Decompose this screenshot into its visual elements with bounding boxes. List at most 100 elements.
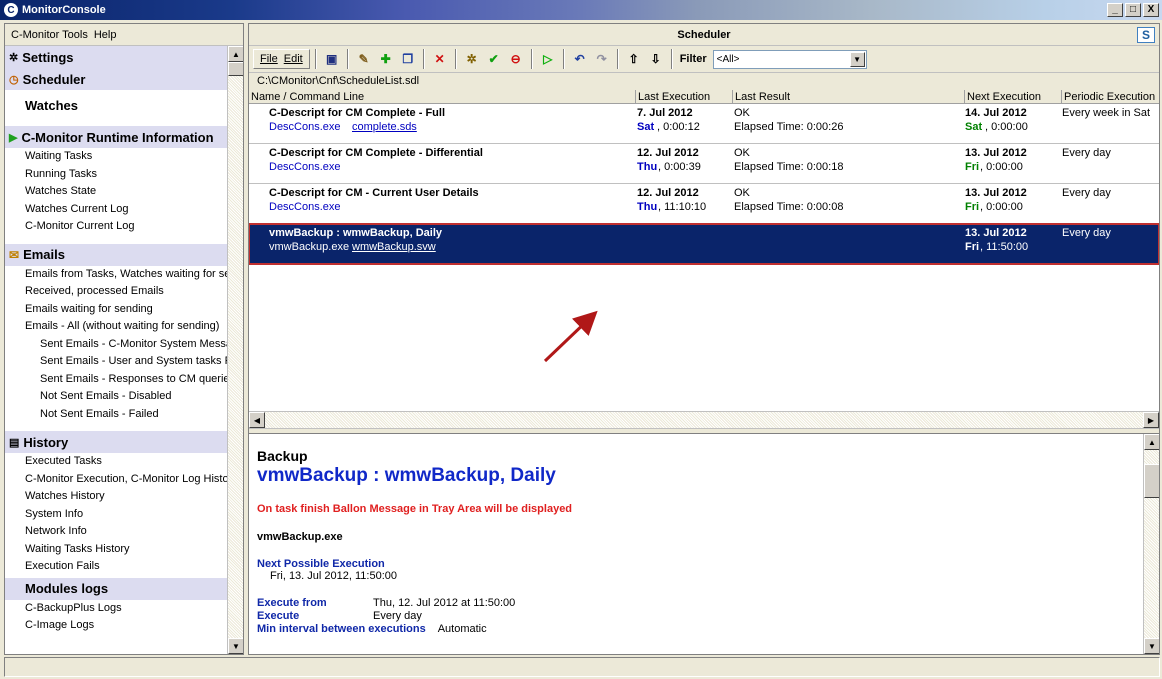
nav-item[interactable]: Running Tasks — [5, 166, 228, 184]
minimize-button[interactable]: _ — [1107, 3, 1123, 17]
row-next-time: , 11:50:00 — [980, 241, 1029, 253]
menu-file[interactable]: File — [260, 53, 278, 65]
pane-title: Scheduler — [677, 28, 731, 41]
col-next-execution[interactable]: Next Execution — [965, 90, 1062, 103]
scroll-thumb[interactable] — [228, 62, 243, 76]
window-title: MonitorConsole — [22, 4, 106, 16]
filter-dropdown[interactable]: <All> ▼ — [712, 49, 867, 69]
add-icon[interactable]: ✚ — [376, 49, 396, 69]
row-next-date: 13. Jul 2012 — [965, 227, 1027, 239]
chevron-down-icon[interactable]: ▼ — [849, 51, 865, 67]
row-last-date: 12. Jul 2012 — [637, 147, 699, 159]
nav-item[interactable]: Waiting Tasks History — [5, 541, 228, 559]
scroll-down-arrow-icon[interactable]: ▼ — [228, 638, 243, 654]
detail-scroll-thumb[interactable] — [1144, 464, 1159, 498]
row-periodic: Every day — [1062, 147, 1111, 159]
nav-item[interactable]: Watches State — [5, 183, 228, 201]
nav-runtime[interactable]: ▶ C-Monitor Runtime Information — [5, 126, 228, 148]
table-row[interactable]: C-Descript for CM - Current User Details… — [249, 184, 1159, 224]
nav-scrollbar[interactable]: ▲ ▼ — [227, 46, 243, 654]
play-icon: ▶ — [9, 131, 18, 144]
nav-history-label: History — [23, 434, 69, 450]
menu-help[interactable]: Help — [94, 29, 117, 41]
nav-item[interactable]: C-Monitor Current Log — [5, 218, 228, 236]
nav-item[interactable]: Received, processed Emails — [5, 283, 228, 301]
row-command: DescCons.exe — [269, 201, 341, 213]
nav-item[interactable]: Emails from Tasks, Watches waiting for s… — [5, 266, 228, 284]
close-button[interactable]: X — [1143, 3, 1159, 17]
row-next-day: Fri — [965, 161, 980, 173]
nav-subitem[interactable]: Sent Emails - C-Monitor System Messages — [5, 336, 228, 354]
nav-item[interactable]: Waiting Tasks — [5, 148, 228, 166]
undo-icon[interactable]: ↶ — [570, 49, 590, 69]
table-row[interactable]: C-Descript for CM Complete - Full DescCon… — [249, 104, 1159, 144]
nav-emails[interactable]: ✉ Emails — [5, 243, 228, 266]
col-last-result[interactable]: Last Result — [733, 90, 965, 103]
nav-item[interactable]: C-BackupPlus Logs — [5, 600, 228, 618]
row-argument-link[interactable]: complete.sds — [352, 120, 417, 134]
s-logo-icon: S — [1137, 27, 1155, 43]
col-name[interactable]: Name / Command Line — [249, 90, 636, 103]
menu-cmonitor-tools[interactable]: C-Monitor Tools — [11, 29, 88, 41]
nav-item[interactable]: Executed Tasks — [5, 453, 228, 471]
delete-icon[interactable]: ✕ — [430, 49, 450, 69]
nav-item[interactable]: Emails - All (without waiting for sendin… — [5, 318, 228, 336]
row-next-day: Fri — [965, 201, 980, 213]
scroll-right-arrow-icon[interactable]: ▶ — [1143, 412, 1159, 428]
nav-settings[interactable]: ✲ Settings — [5, 46, 228, 68]
nav-runtime-label: C-Monitor Runtime Information — [21, 129, 214, 145]
row-argument-link[interactable]: wmwBackup.svw — [352, 240, 436, 254]
nav-item[interactable]: C-Image Logs — [5, 617, 228, 635]
row-name: C-Descript for CM Complete - Differentia… — [269, 147, 483, 159]
nav-item[interactable]: Execution Fails — [5, 558, 228, 576]
col-last-execution[interactable]: Last Execution — [636, 90, 733, 103]
detail-scroll-up-icon[interactable]: ▲ — [1144, 434, 1159, 450]
detail-next-value: Fri, 13. Jul 2012, 11:50:00 — [270, 570, 397, 582]
detail-exe: vmwBackup.exe — [257, 531, 343, 543]
row-last-day: Sat — [637, 121, 655, 133]
maximize-button[interactable]: □ — [1125, 3, 1141, 17]
nav-item[interactable]: Emails waiting for sending — [5, 301, 228, 319]
scroll-left-arrow-icon[interactable]: ◀ — [249, 412, 265, 428]
table-row[interactable]: vmwBackup : wmwBackup, Daily vmwBackup.ex… — [249, 223, 1159, 265]
redo-icon[interactable]: ↷ — [592, 49, 612, 69]
window-titlebar[interactable]: C MonitorConsole _ □ X — [0, 0, 1162, 20]
run-icon[interactable]: ▷ — [538, 49, 558, 69]
nav-item[interactable]: C-Monitor Execution, C-Monitor Log Histo… — [5, 471, 228, 489]
row-periodic: Every day — [1062, 227, 1111, 239]
detail-scroll-down-icon[interactable]: ▼ — [1144, 638, 1159, 654]
enable-check-icon[interactable]: ✔ — [484, 49, 504, 69]
copy-icon[interactable]: ❐ — [398, 49, 418, 69]
envelope-icon: ✉ — [9, 247, 20, 262]
nav-subitem[interactable]: Sent Emails - User and System tasks Resu… — [5, 353, 228, 371]
nav-subitem[interactable]: Sent Emails - Responses to CM queries — [5, 371, 228, 389]
list-horizontal-scrollbar[interactable]: ◀ ▶ — [249, 411, 1159, 428]
row-elapsed: Elapsed Time: 0:00:18 — [734, 161, 844, 173]
schedule-list: C-Descript for CM Complete - Full DescCon… — [249, 104, 1159, 394]
scroll-up-arrow-icon[interactable]: ▲ — [228, 46, 243, 62]
detail-scrollbar[interactable]: ▲ ▼ — [1143, 434, 1159, 654]
move-up-icon[interactable]: ⇧ — [624, 49, 644, 69]
new-task-icon[interactable]: ✎ — [354, 49, 374, 69]
file-edit-menu: File Edit — [253, 49, 310, 69]
nav-item[interactable]: Watches Current Log — [5, 201, 228, 219]
save-icon[interactable]: ▣ — [322, 49, 342, 69]
nav-scheduler[interactable]: ◷ Scheduler — [5, 68, 228, 90]
nav-item[interactable]: System Info — [5, 506, 228, 524]
menu-edit[interactable]: Edit — [284, 53, 303, 65]
settings-icon[interactable]: ✲ — [462, 49, 482, 69]
nav-subitem[interactable]: Not Sent Emails - Disabled — [5, 388, 228, 406]
table-row[interactable]: C-Descript for CM Complete - Differentia… — [249, 144, 1159, 184]
nav-modules-logs[interactable]: Modules logs — [5, 577, 228, 600]
nav-watches[interactable]: Watches — [5, 90, 228, 120]
col-periodic-execution[interactable]: Periodic Execution — [1062, 90, 1159, 103]
document-icon: ▤ — [9, 436, 20, 449]
row-next-time: , 0:00:00 — [985, 121, 1028, 133]
nav-item[interactable]: Network Info — [5, 523, 228, 541]
row-result: OK — [734, 107, 750, 119]
move-down-icon[interactable]: ⇩ — [646, 49, 666, 69]
disable-icon[interactable]: ⊖ — [506, 49, 526, 69]
nav-history[interactable]: ▤ History — [5, 431, 228, 453]
nav-subitem[interactable]: Not Sent Emails - Failed — [5, 406, 228, 424]
nav-item[interactable]: Watches History — [5, 488, 228, 506]
